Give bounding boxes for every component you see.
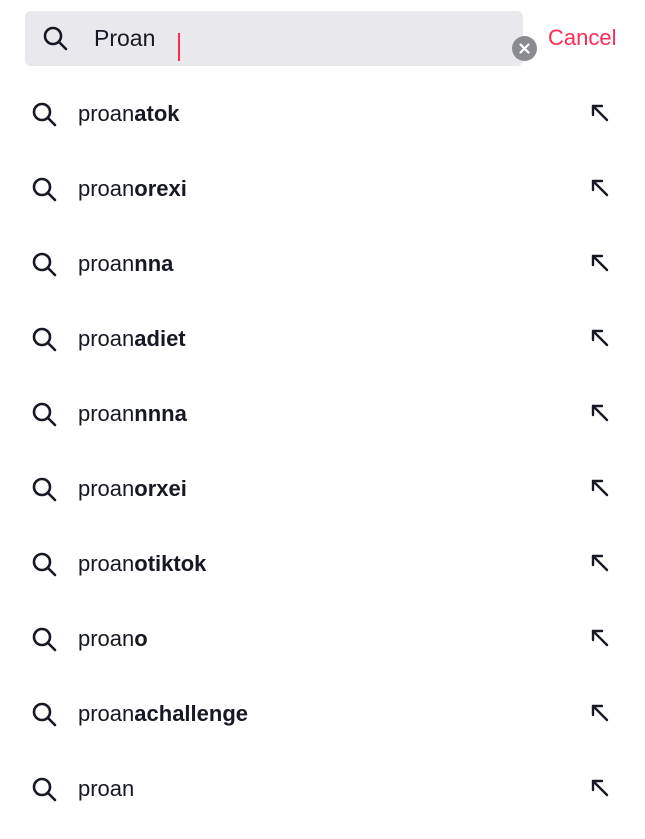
- suggestion-text: proanatok: [78, 76, 180, 152]
- suggestion-text: proanorexi: [78, 151, 187, 227]
- suggestion-text: proan: [78, 751, 134, 827]
- suggestion-prefix: proan: [78, 326, 135, 351]
- arrow-up-left-icon[interactable]: [590, 778, 610, 798]
- suggestion-completion: orxei: [134, 476, 187, 501]
- search-icon: [43, 26, 68, 51]
- arrow-up-left-icon[interactable]: [590, 628, 610, 648]
- suggestion-prefix: proan: [78, 251, 135, 276]
- search-icon: [32, 252, 57, 277]
- suggestion-completion: atok: [134, 101, 180, 126]
- suggestion-prefix: proan: [78, 176, 135, 201]
- arrow-up-left-icon[interactable]: [590, 103, 610, 123]
- suggestion-prefix: proan: [78, 401, 135, 426]
- clear-search-button[interactable]: [512, 36, 537, 61]
- search-icon: [32, 477, 57, 502]
- arrow-up-left-icon[interactable]: [590, 553, 610, 573]
- arrow-up-left-icon[interactable]: [590, 178, 610, 198]
- suggestion-completion: orexi: [134, 176, 187, 201]
- arrow-up-left-icon[interactable]: [590, 478, 610, 498]
- suggestion-text: proanorxei: [78, 451, 187, 527]
- suggestion-text: proano: [78, 601, 148, 677]
- suggestion-completion: nnna: [134, 401, 187, 426]
- suggestion-prefix: proan: [78, 476, 135, 501]
- suggestion-text: proanadiet: [78, 301, 186, 377]
- search-bar[interactable]: [25, 11, 537, 66]
- suggestion-prefix: proan: [78, 551, 135, 576]
- suggestion-completion: otiktok: [134, 551, 207, 576]
- search-icon: [32, 177, 57, 202]
- search-icon: [32, 702, 57, 727]
- suggestion-item[interactable]: proanadiet: [0, 301, 645, 376]
- arrow-up-left-icon[interactable]: [590, 253, 610, 273]
- suggestion-completion: adiet: [134, 326, 186, 351]
- search-icon: [32, 627, 57, 652]
- suggestion-prefix: proan: [78, 776, 135, 801]
- suggestion-item[interactable]: proan: [0, 751, 645, 826]
- suggestion-prefix: proan: [78, 701, 135, 726]
- suggestion-item[interactable]: proanorexi: [0, 151, 645, 226]
- suggestion-text: proannna: [78, 226, 173, 302]
- suggestion-completion: o: [134, 626, 148, 651]
- suggestion-item[interactable]: proanorxei: [0, 451, 645, 526]
- suggestion-prefix: proan: [78, 626, 135, 651]
- arrow-up-left-icon[interactable]: [590, 328, 610, 348]
- suggestion-item[interactable]: proano: [0, 601, 645, 676]
- suggestion-completion: nna: [134, 251, 174, 276]
- suggestion-item[interactable]: proanotiktok: [0, 526, 645, 601]
- search-input[interactable]: [94, 11, 474, 66]
- arrow-up-left-icon[interactable]: [590, 703, 610, 723]
- suggestion-list: proanatok proanorexi proannna proanadiet pro…: [0, 76, 645, 826]
- suggestion-text: proanachallenge: [78, 676, 248, 752]
- search-icon: [32, 327, 57, 352]
- arrow-up-left-icon[interactable]: [590, 403, 610, 423]
- suggestion-completion: achallenge: [134, 701, 248, 726]
- suggestion-text: proanotiktok: [78, 526, 206, 602]
- suggestion-item[interactable]: proannna: [0, 226, 645, 301]
- close-icon: [519, 43, 530, 54]
- suggestion-text: proannnna: [78, 376, 187, 452]
- text-caret: [178, 33, 180, 61]
- search-icon: [32, 552, 57, 577]
- cancel-button[interactable]: Cancel: [548, 20, 616, 56]
- search-icon: [32, 102, 57, 127]
- suggestion-prefix: proan: [78, 101, 135, 126]
- suggestion-item[interactable]: proanatok: [0, 76, 645, 151]
- search-icon: [32, 402, 57, 427]
- suggestion-item[interactable]: proanachallenge: [0, 676, 645, 751]
- search-icon: [32, 777, 57, 802]
- suggestion-item[interactable]: proannnna: [0, 376, 645, 451]
